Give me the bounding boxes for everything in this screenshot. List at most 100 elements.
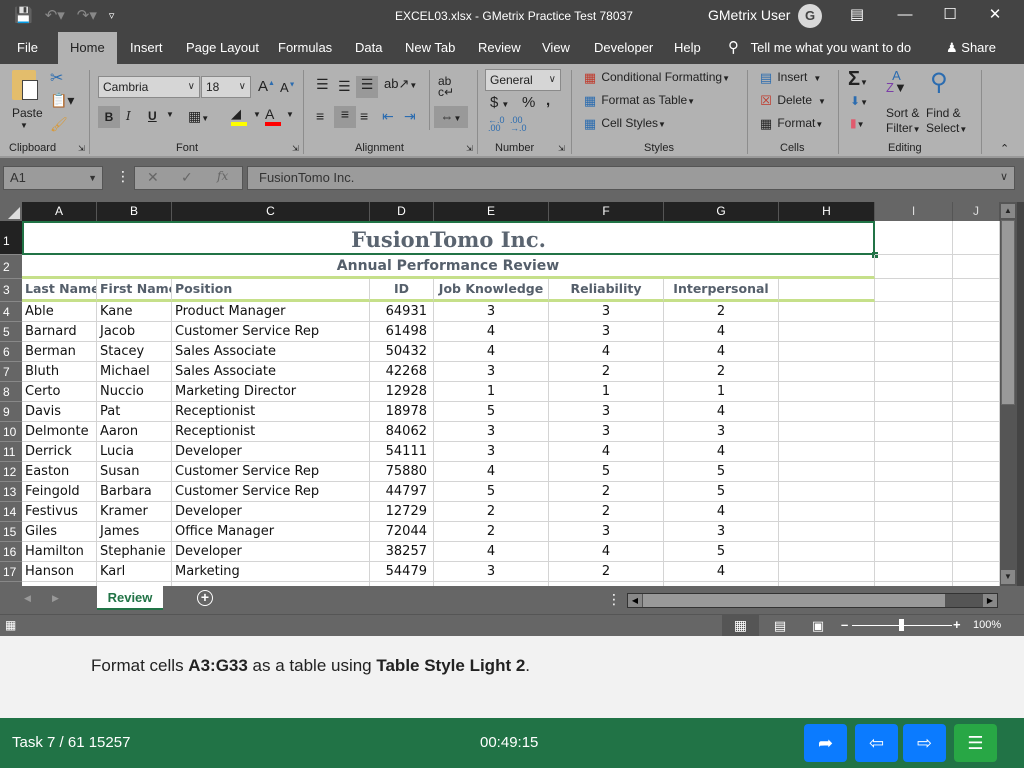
undo-icon[interactable]: ↶▾ — [45, 6, 65, 24]
row-header-1[interactable]: 1 — [0, 221, 22, 255]
table-cell[interactable]: 12928 — [370, 382, 434, 402]
tell-me-box[interactable]: ⚲ Tell me what you want to do — [728, 32, 911, 64]
table-cell[interactable]: 12729 — [370, 502, 434, 522]
column-header-f[interactable]: F — [549, 202, 664, 221]
table-cell[interactable]: 4 — [664, 342, 779, 362]
table-cell[interactable]: 2 — [549, 482, 664, 502]
row-header-15[interactable]: 15 — [0, 522, 22, 542]
redo-icon[interactable]: ↷▾ — [77, 6, 97, 24]
empty-cell[interactable] — [953, 422, 1000, 442]
empty-cell[interactable] — [779, 542, 875, 562]
table-cell[interactable]: Barnard — [22, 322, 97, 342]
avatar[interactable]: G — [798, 4, 822, 28]
zoom-in-icon[interactable]: + — [953, 617, 961, 632]
insert-cells-button[interactable]: ▤ Insert ▼ — [758, 70, 821, 86]
table-cell[interactable]: Easton — [22, 462, 97, 482]
table-cell[interactable]: 4 — [434, 542, 549, 562]
menu-button[interactable]: ☰ — [954, 724, 997, 762]
column-header-d[interactable]: D — [370, 202, 434, 221]
empty-cell[interactable] — [875, 322, 953, 342]
align-right-icon[interactable]: ≡ — [360, 108, 368, 124]
table-cell[interactable]: Derrick — [22, 442, 97, 462]
empty-cell[interactable] — [953, 462, 1000, 482]
empty-cell[interactable] — [875, 255, 953, 279]
row-header-6[interactable]: 6 — [0, 342, 22, 362]
column-header-b[interactable]: B — [97, 202, 172, 221]
empty-cell[interactable] — [953, 362, 1000, 382]
zoom-level[interactable]: 100% — [973, 619, 1001, 631]
empty-cell[interactable] — [779, 402, 875, 422]
clipboard-launcher-icon[interactable]: ⇲ — [78, 144, 85, 153]
row-header-17[interactable]: 17 — [0, 562, 22, 582]
table-cell[interactable]: Customer Service Rep — [172, 322, 370, 342]
format-painter-icon[interactable]: 🖌 — [50, 116, 68, 133]
empty-cell[interactable] — [779, 342, 875, 362]
font-name-dropdown[interactable]: Cambria ∨ — [98, 76, 200, 98]
empty-cell[interactable] — [953, 522, 1000, 542]
decrease-decimal-icon[interactable]: .00 →.0 — [510, 116, 527, 133]
table-cell[interactable]: Developer — [172, 502, 370, 522]
table-cell[interactable]: Bluth — [22, 362, 97, 382]
wrap-text-icon[interactable]: ab c↵ — [438, 75, 454, 98]
empty-cell[interactable] — [875, 302, 953, 322]
table-cell[interactable]: Karl — [97, 562, 172, 582]
underline-dropdown-icon[interactable]: ▼ — [166, 110, 174, 119]
table-cell[interactable]: Feingold — [22, 482, 97, 502]
empty-cell[interactable] — [875, 482, 953, 502]
table-cell[interactable]: 4 — [434, 462, 549, 482]
table-cell[interactable]: Customer Service Rep — [172, 462, 370, 482]
empty-cell[interactable] — [953, 442, 1000, 462]
prev-sheet-icon[interactable]: ◀ — [24, 593, 31, 604]
clear-eraser-icon[interactable]: ▮▼ — [850, 116, 865, 130]
table-cell[interactable]: 2 — [664, 302, 779, 322]
next-sheet-icon[interactable]: ▶ — [52, 593, 59, 604]
column-header-j[interactable]: J — [953, 202, 1000, 221]
empty-cell[interactable] — [875, 362, 953, 382]
table-cell[interactable]: Receptionist — [172, 422, 370, 442]
table-cell[interactable]: Certo — [22, 382, 97, 402]
empty-cell[interactable] — [875, 522, 953, 542]
customize-qat-icon[interactable]: ▿ — [109, 9, 115, 22]
column-title-position[interactable]: Position — [172, 279, 370, 302]
font-size-dropdown[interactable]: 18 ∨ — [201, 76, 251, 98]
select-all-corner[interactable] — [0, 202, 22, 221]
table-cell[interactable]: Hanson — [22, 562, 97, 582]
insert-function-icon[interactable]: fx — [217, 169, 228, 183]
increase-decimal-icon[interactable]: ←.0.00 — [488, 116, 505, 133]
worksheet-grid[interactable]: ABCDEFGHIJ123456789101112131415161718Fus… — [0, 202, 1000, 586]
table-cell[interactable]: 5 — [664, 462, 779, 482]
tab-view[interactable]: View — [538, 32, 574, 64]
empty-cell[interactable] — [953, 322, 1000, 342]
increase-indent-icon[interactable]: ⇥ — [404, 108, 416, 125]
row-header-8[interactable]: 8 — [0, 382, 22, 402]
tab-new-tab[interactable]: New Tab — [401, 32, 459, 64]
formula-bar-handle-icon[interactable]: ⋮ — [116, 168, 130, 185]
row-header-12[interactable]: 12 — [0, 462, 22, 482]
percent-button[interactable]: % — [522, 94, 535, 111]
bottom-align-icon[interactable]: ☰ — [356, 76, 378, 98]
fill-icon[interactable]: ⬇▼ — [850, 94, 868, 108]
table-cell[interactable]: 3 — [549, 302, 664, 322]
empty-cell[interactable] — [875, 382, 953, 402]
empty-cell[interactable] — [875, 442, 953, 462]
row-header-4[interactable]: 4 — [0, 302, 22, 322]
table-cell[interactable]: Sales Associate — [172, 342, 370, 362]
table-cell[interactable]: Hamilton — [22, 542, 97, 562]
increase-font-size-icon[interactable]: A▲ — [258, 78, 275, 95]
font-launcher-icon[interactable]: ⇲ — [292, 144, 299, 153]
skip-task-button[interactable]: ➦ — [804, 724, 847, 762]
sort-filter-label[interactable]: Sort & Filter▼ — [886, 106, 921, 137]
delete-cells-button[interactable]: ☒ Delete ▼ — [758, 93, 826, 109]
decrease-font-size-icon[interactable]: A▼ — [280, 80, 296, 95]
copy-icon[interactable]: 📋▾ — [50, 92, 74, 109]
table-cell[interactable]: 4 — [664, 562, 779, 582]
table-cell[interactable]: 3 — [434, 422, 549, 442]
format-as-table-button[interactable]: ▦ Format as Table▼ — [582, 93, 695, 109]
table-cell[interactable]: Pat — [97, 402, 172, 422]
collapse-ribbon-icon[interactable]: ⌃ — [1000, 142, 1009, 155]
table-cell[interactable]: 2 — [434, 502, 549, 522]
table-cell[interactable]: Giles — [22, 522, 97, 542]
table-cell[interactable]: 42268 — [370, 362, 434, 382]
column-header-c[interactable]: C — [172, 202, 370, 221]
empty-cell[interactable] — [953, 279, 1000, 302]
